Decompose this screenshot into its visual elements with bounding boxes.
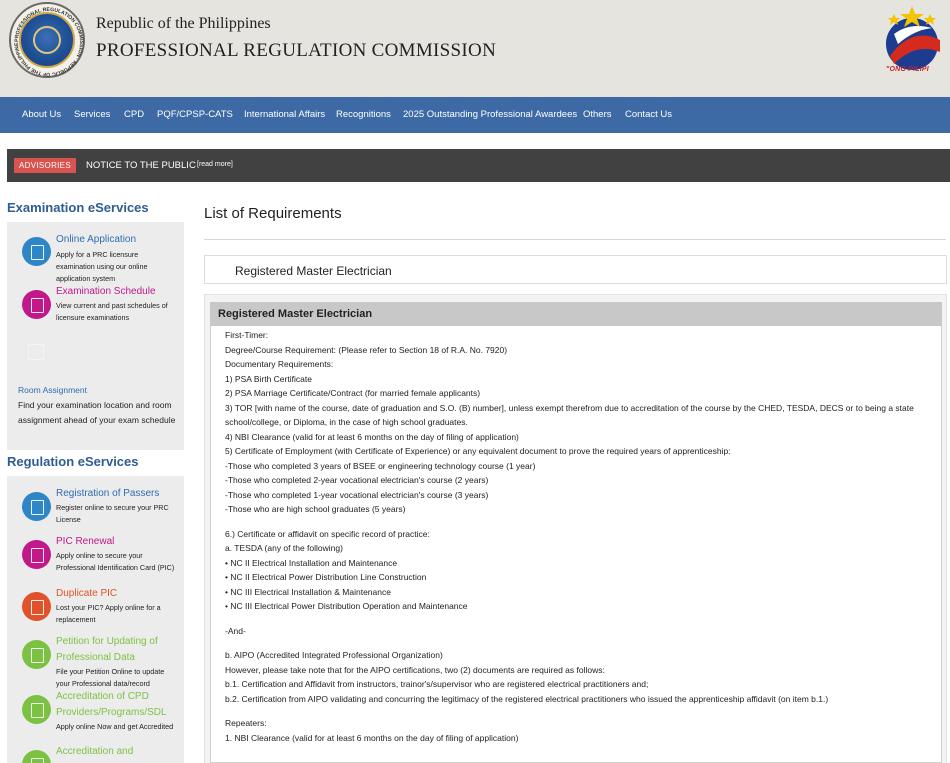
requirement-line: -Those who completed 2-year vocational e…: [225, 475, 489, 485]
requirement-line: 1. NBI Clearance (valid for at least 6 m…: [225, 732, 519, 743]
requirement-line: 4) NBI Clearance (valid for at least 6 m…: [225, 431, 519, 442]
accreditation-and-link[interactable]: Accreditation and: [56, 744, 133, 760]
requirement-line: [225, 706, 937, 716]
nav-contact-us[interactable]: Contact Us: [625, 109, 672, 120]
room-assignment-link[interactable]: Room Assignment: [18, 385, 87, 395]
requirement-line: b. AIPO (Accredited Integrated Professio…: [225, 650, 443, 660]
nav-outstanding-awardees[interactable]: 2025 Outstanding Professional Awardees: [403, 109, 577, 120]
header-republic: Republic of the Philippines: [96, 15, 271, 32]
read-more-link[interactable]: [read more]: [197, 161, 233, 168]
petition-updating-icon[interactable]: [22, 640, 51, 669]
seal-emblem: [19, 12, 75, 68]
requirements-panel-title: Registered Master Electrician: [218, 308, 373, 320]
requirement-line: -Those who completed 1-year vocational e…: [225, 489, 489, 500]
nav-others[interactable]: Others: [583, 109, 612, 120]
duplicate-pic-link[interactable]: Duplicate PIC: [56, 586, 117, 602]
nav-about-us[interactable]: About Us: [22, 109, 61, 120]
online-application-desc: Apply for a PRC licensure examination us…: [56, 250, 148, 283]
prc-seal-logo[interactable]: PROFESSIONAL REGULATION COMMISSION · REP…: [9, 2, 85, 78]
examination-schedule-link[interactable]: Examination Schedule: [56, 284, 156, 300]
requirement-line: 3) TOR [with name of the course, date of…: [225, 402, 914, 428]
pic-renewal-icon[interactable]: [22, 540, 51, 569]
online-application-icon[interactable]: [22, 237, 51, 266]
registration-of-passers-link[interactable]: Registration of Passers: [56, 486, 159, 502]
requirement-line: Repeaters:: [225, 718, 267, 728]
advisory-bar: ADVISORIES NOTICE TO THE PUBLIC [read mo…: [7, 149, 950, 182]
registration-of-passers-icon[interactable]: [22, 492, 51, 521]
accreditation-cpd-icon[interactable]: [22, 695, 51, 724]
regulation-eservices-title: Regulation eServices: [7, 454, 139, 469]
requirement-line: 6.) Certificate or affidavit on specific…: [225, 528, 430, 539]
requirement-line: b.1. Certification and Affidavit from in…: [225, 679, 649, 689]
requirement-line: Documentary Requirements:: [225, 359, 334, 369]
duplicate-pic-icon[interactable]: [22, 592, 51, 621]
bagong-pilipinas-text: "ONG PILIPI: [886, 66, 929, 73]
requirement-line: [225, 638, 937, 648]
examination-schedule-icon[interactable]: [22, 290, 51, 319]
requirement-line: 5) Certificate of Employment (with Certi…: [225, 446, 731, 456]
requirement-line: -And-: [225, 625, 246, 636]
advisories-badge[interactable]: ADVISORIES: [14, 158, 76, 173]
room-assignment-desc: Find your examination location and room …: [18, 400, 176, 425]
requirement-line: • NC II Electrical Installation and Main…: [225, 557, 398, 568]
requirement-line: b.2. Certification from AIPO validating …: [225, 693, 829, 704]
duplicate-pic-desc: Lost your PIC? Apply online for a replac…: [56, 603, 161, 624]
requirement-line: • NC III Electrical Installation & Maint…: [225, 586, 391, 597]
online-application-link[interactable]: Online Application: [56, 232, 136, 248]
pic-renewal-desc: Apply online to secure your Professional…: [56, 551, 175, 572]
requirement-line: First-Timer:: [225, 330, 269, 340]
nav-international-affairs[interactable]: International Affairs: [244, 109, 325, 120]
requirements-list: First-Timer: Degree/Course Requirement: (…: [225, 328, 937, 745]
requirement-line: -Those who completed 3 years of BSEE or …: [225, 460, 536, 471]
nav-cpd[interactable]: CPD: [124, 109, 144, 120]
requirement-line: Degree/Course Requirement: (Please refer…: [225, 344, 508, 355]
advisory-notice-text[interactable]: NOTICE TO THE PUBLIC: [86, 160, 196, 171]
requirement-line: • NC III Electrical Power Distribution O…: [225, 601, 468, 611]
requirements-panel-header: Registered Master Electrician: [210, 302, 942, 326]
globe-icon: [33, 26, 61, 54]
room-assignment-icon[interactable]: [28, 344, 44, 360]
requirement-line: 1) PSA Birth Certificate: [225, 373, 312, 384]
main-navbar: About Us Services CPD PQF/CPSP-CATS Inte…: [0, 97, 950, 133]
requirement-line: [225, 517, 937, 527]
nav-services[interactable]: Services: [74, 109, 110, 120]
title-divider: [204, 239, 946, 240]
petition-updating-link[interactable]: Petition for Updating of Professional Da…: [56, 634, 176, 666]
page-title: List of Requirements: [204, 205, 342, 222]
requirement-line: • NC II Electrical Power Distribution Li…: [225, 572, 427, 582]
requirement-line: However, please take note that for the A…: [225, 664, 605, 675]
exam-eservices-title: Examination eServices: [7, 200, 149, 215]
accordion-label: Registered Master Electrician: [235, 264, 392, 278]
requirement-line: a. TESDA (any of the following): [225, 543, 343, 553]
accreditation-cpd-link[interactable]: Accreditation of CPD Providers/Programs/…: [56, 689, 180, 721]
examination-schedule-desc: View current and past schedules of licen…: [56, 301, 168, 322]
accreditation-cpd-desc: Apply online Now and get Accredited: [56, 722, 174, 731]
requirement-line: -Those who are high school graduates (5 …: [225, 504, 406, 514]
pic-renewal-link[interactable]: PIC Renewal: [56, 534, 114, 550]
profession-accordion-toggle[interactable]: Registered Master Electrician: [204, 255, 947, 284]
site-header: PROFESSIONAL REGULATION COMMISSION · REP…: [0, 0, 950, 97]
nav-pqf-cpsp-cats[interactable]: PQF/CPSP-CATS: [157, 109, 233, 120]
petition-updating-desc: File your Petition Online to update your…: [56, 667, 165, 688]
requirement-line: [225, 614, 937, 624]
nav-recognitions[interactable]: Recognitions: [336, 109, 391, 120]
requirement-line: 2) PSA Marriage Certificate/Contract (fo…: [225, 388, 481, 398]
registration-of-passers-desc: Register online to secure your PRC Licen…: [56, 503, 169, 524]
header-commission[interactable]: PROFESSIONAL REGULATION COMMISSION: [96, 40, 496, 62]
